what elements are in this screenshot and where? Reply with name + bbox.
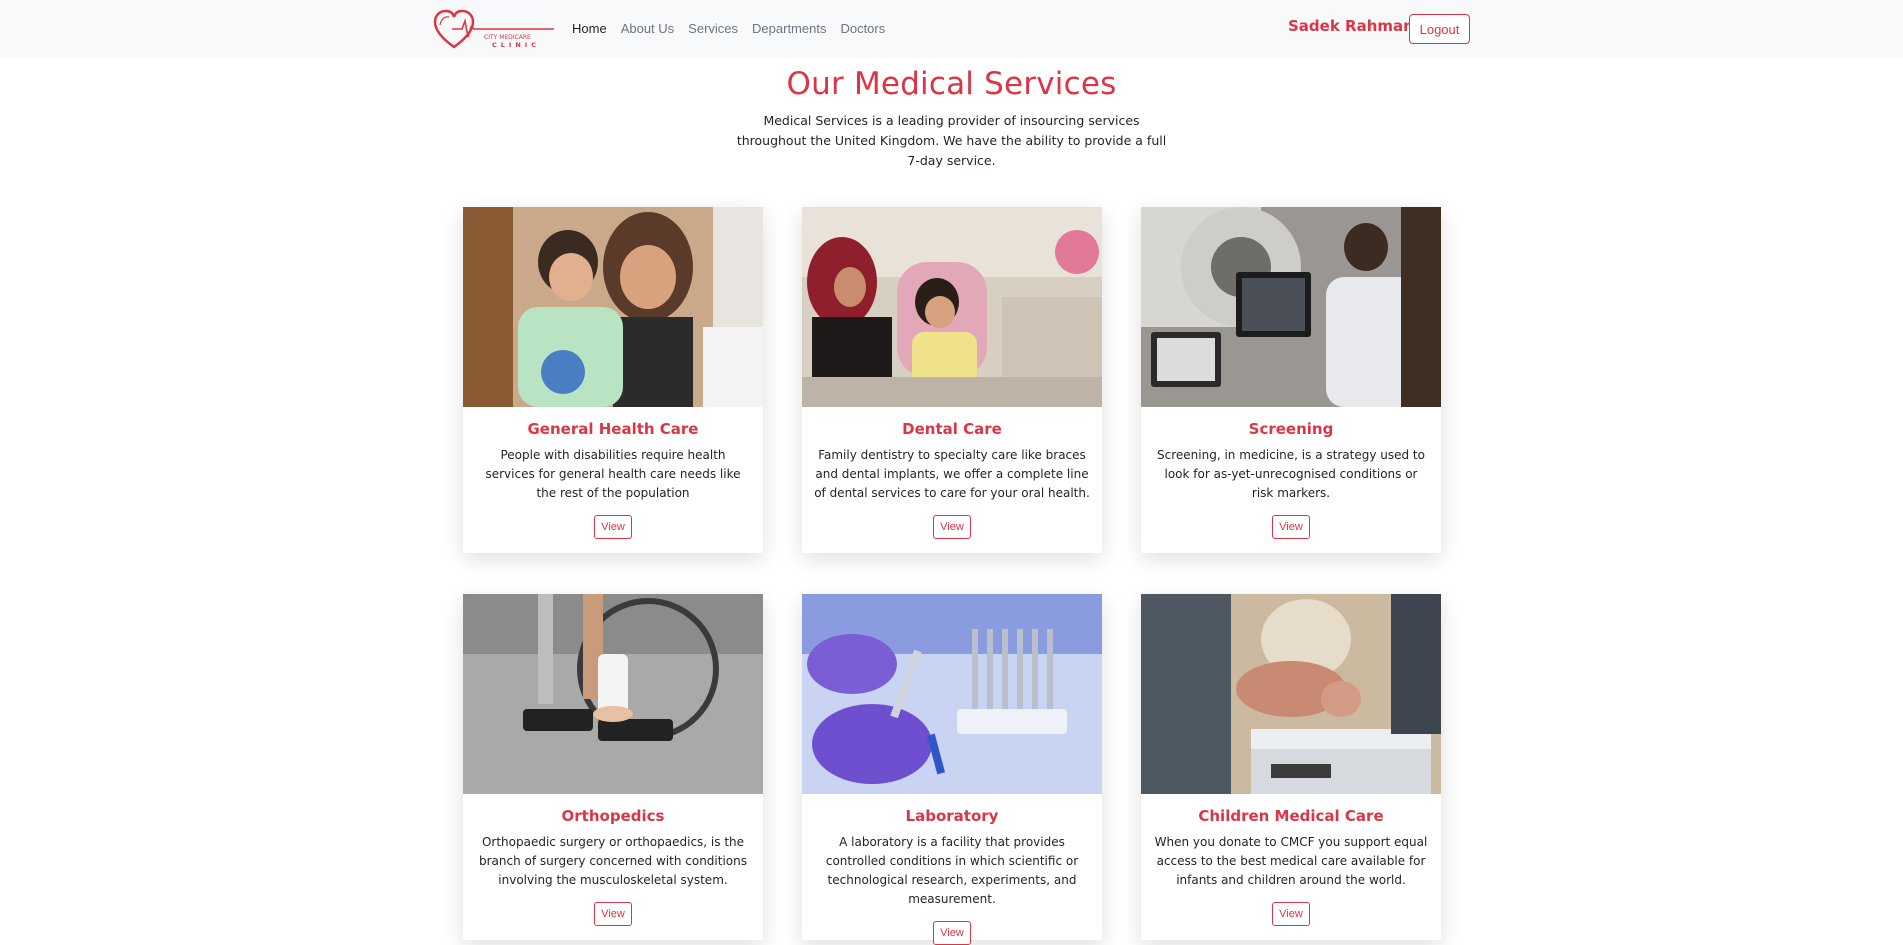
view-orthopedics-button[interactable]: View bbox=[594, 902, 632, 926]
service-description: Family dentistry to specialty care like … bbox=[814, 448, 1090, 500]
service-card-screening: Screening Screening, in medicine, is a s… bbox=[1141, 207, 1441, 553]
clinic-logo[interactable]: CITY MEDICARE CLINIC bbox=[432, 9, 554, 51]
orthopedics-image bbox=[463, 594, 763, 794]
logout-button[interactable]: Logout bbox=[1409, 14, 1470, 44]
laboratory-image bbox=[802, 594, 1102, 794]
service-title: General Health Care bbox=[527, 420, 699, 438]
service-title: Laboratory bbox=[905, 807, 999, 825]
nav-link-about-us[interactable]: About Us bbox=[621, 21, 674, 37]
service-title: Screening bbox=[1248, 420, 1334, 438]
view-screening-button[interactable]: View bbox=[1272, 515, 1310, 539]
service-card-orthopedics: Orthopedics Orthopaedic surgery or ortho… bbox=[463, 594, 763, 940]
service-description: People with disabilities require health … bbox=[485, 448, 741, 500]
page-subtitle: Medical Services is a leading provider o… bbox=[736, 113, 1167, 168]
user-name: Sadek Rahman bbox=[1288, 17, 1414, 35]
navbar: CITY MEDICARE CLINIC Home About Us Servi… bbox=[0, 0, 1903, 58]
service-card-children-medical-care: Children Medical Care When you donate to… bbox=[1141, 594, 1441, 940]
nav-link-departments[interactable]: Departments bbox=[752, 21, 826, 37]
svg-text:CITY MEDICARE: CITY MEDICARE bbox=[484, 34, 531, 41]
screening-image bbox=[1141, 207, 1441, 407]
view-general-health-care-button[interactable]: View bbox=[594, 515, 632, 539]
nav-link-doctors[interactable]: Doctors bbox=[840, 21, 885, 37]
service-title: Orthopedics bbox=[561, 807, 665, 825]
page-title: Our Medical Services bbox=[786, 66, 1117, 102]
service-description: Screening, in medicine, is a strategy us… bbox=[1157, 448, 1425, 500]
svg-text:CLINIC: CLINIC bbox=[492, 41, 540, 49]
service-card-dental-care: Dental Care Family dentistry to specialt… bbox=[802, 207, 1102, 553]
dental-care-image bbox=[802, 207, 1102, 407]
service-description: A laboratory is a facility that provides… bbox=[825, 835, 1079, 906]
main-nav: Home About Us Services Departments Docto… bbox=[572, 21, 899, 37]
service-card-general-health-care: General Health Care People with disabili… bbox=[463, 207, 763, 553]
nav-link-services[interactable]: Services bbox=[688, 21, 738, 37]
nav-link-home[interactable]: Home bbox=[572, 21, 607, 37]
view-dental-care-button[interactable]: View bbox=[933, 515, 971, 539]
view-children-medical-care-button[interactable]: View bbox=[1272, 902, 1310, 926]
service-description: When you donate to CMCF you support equa… bbox=[1154, 835, 1428, 887]
service-title: Children Medical Care bbox=[1198, 807, 1384, 825]
general-health-care-image bbox=[463, 207, 763, 407]
service-card-laboratory: Laboratory A laboratory is a facility th… bbox=[802, 594, 1102, 945]
service-title: Dental Care bbox=[902, 420, 1002, 438]
children-medical-care-image bbox=[1141, 594, 1441, 794]
view-laboratory-button[interactable]: View bbox=[933, 921, 971, 945]
service-description: Orthopaedic surgery or orthopaedics, is … bbox=[478, 835, 747, 887]
